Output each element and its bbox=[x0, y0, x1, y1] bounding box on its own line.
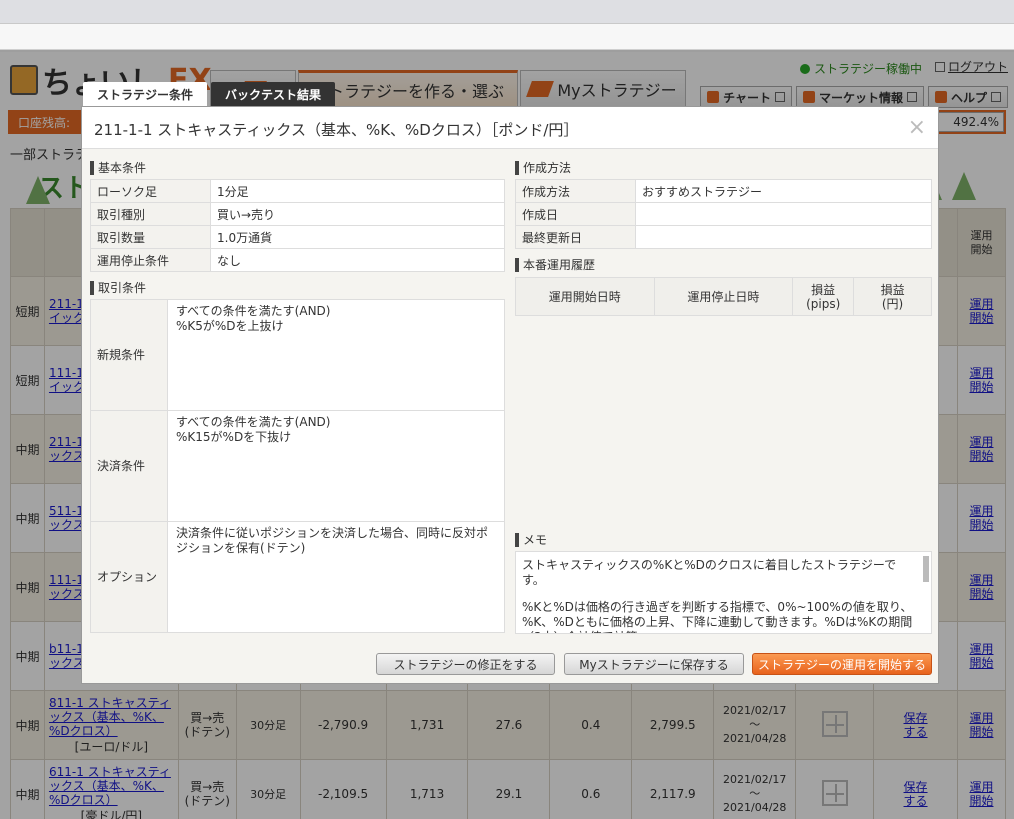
basic-value: 1.0万通貨 bbox=[210, 225, 505, 249]
method-key: 最終更新日 bbox=[515, 225, 636, 249]
trade-conditions-heading: 取引条件 bbox=[90, 281, 146, 295]
basic-key: 運用停止条件 bbox=[90, 248, 211, 272]
trade-key: 新規条件 bbox=[90, 299, 168, 411]
history-heading: 本番運用履歴 bbox=[515, 258, 595, 272]
option-text: 決済条件に従いポジションを決済した場合、同時に反対ポジションを保有(ドテン) bbox=[176, 526, 489, 555]
memo-box[interactable]: ストキャスティックスの%Kと%Dのクロスに着目したストラテジーです。 %Kと%D… bbox=[515, 551, 932, 634]
trade-value: 決済条件に従いポジションを決済した場合、同時に反対ポジションを保有(ドテン) bbox=[167, 521, 505, 633]
table-row: 新規条件 すべての条件を満たす(AND) %K5が%Dを上抜け bbox=[90, 299, 505, 411]
table-header-row: 運用開始日時 運用停止日時 損益 (pips) 損益 (円) bbox=[515, 277, 932, 316]
tab-strategy-conditions[interactable]: ストラテジー条件 bbox=[83, 82, 208, 106]
table-row: ローソク足 1分足 bbox=[90, 179, 505, 203]
condition-rule: %K15が%Dを下抜け bbox=[176, 430, 292, 444]
trade-conditions-table: 新規条件 すべての条件を満たす(AND) %K5が%Dを上抜け 決済条件 すべて… bbox=[90, 299, 505, 633]
table-row: 決済条件 すべての条件を満たす(AND) %K15が%Dを下抜け bbox=[90, 410, 505, 522]
table-row: 作成方法 おすすめストラテジー bbox=[515, 179, 932, 203]
condition-mode: すべての条件を満たす(AND) bbox=[176, 415, 331, 429]
trade-value: すべての条件を満たす(AND) %K5が%Dを上抜け bbox=[167, 299, 505, 411]
basic-key: ローソク足 bbox=[90, 179, 211, 203]
memo-scrollbar[interactable] bbox=[923, 556, 929, 582]
modal-title: 211-1-1 ストキャスティックス（基本、%K、%Dクロス）［ポンド/円］ bbox=[94, 121, 579, 139]
memo-heading: メモ bbox=[515, 533, 547, 547]
basic-conditions-table: ローソク足 1分足 取引種別 買い→売り 取引数量 1.0万通貨 運用停止条件 なし bbox=[90, 179, 505, 272]
method-value: おすすめストラテジー bbox=[635, 179, 932, 203]
condition-rule: %K5が%Dを上抜け bbox=[176, 319, 284, 333]
table-row: 最終更新日 bbox=[515, 225, 932, 249]
table-row: 運用停止条件 なし bbox=[90, 248, 505, 272]
strategy-modal: 211-1-1 ストキャスティックス（基本、%K、%Dクロス）［ポンド/円］ ×… bbox=[81, 106, 939, 684]
basic-value: なし bbox=[210, 248, 505, 272]
method-value bbox=[635, 202, 932, 226]
history-col: 損益 (円) bbox=[853, 277, 932, 316]
trade-key: 決済条件 bbox=[90, 410, 168, 522]
save-my-strategy-button[interactable]: Myストラテジーに保存する bbox=[564, 653, 744, 675]
table-row: 取引種別 買い→売り bbox=[90, 202, 505, 226]
tab-backtest-results[interactable]: バックテスト結果 bbox=[211, 82, 336, 106]
browser-tabbar bbox=[0, 0, 1014, 24]
method-value bbox=[635, 225, 932, 249]
modal-tabs: ストラテジー条件 バックテスト結果 bbox=[83, 82, 336, 106]
history-col: 運用開始日時 bbox=[515, 277, 655, 316]
history-table: 運用開始日時 運用停止日時 損益 (pips) 損益 (円) bbox=[515, 277, 932, 316]
memo-paragraph: ストキャスティックスの%Kと%Dのクロスに着目したストラテジーです。 bbox=[522, 558, 897, 587]
table-row: オプション 決済条件に従いポジションを決済した場合、同時に反対ポジションを保有(… bbox=[90, 521, 505, 633]
condition-mode: すべての条件を満たす(AND) bbox=[176, 304, 331, 318]
table-row: 取引数量 1.0万通貨 bbox=[90, 225, 505, 249]
creation-method-heading: 作成方法 bbox=[515, 161, 571, 175]
basic-key: 取引数量 bbox=[90, 225, 211, 249]
memo-paragraph: %Kと%Dは価格の行き過ぎを判断する指標で、0%~100%の値を取り、%K、%D… bbox=[522, 600, 913, 633]
basic-value: 1分足 bbox=[210, 179, 505, 203]
creation-method-table: 作成方法 おすすめストラテジー 作成日 最終更新日 bbox=[515, 179, 932, 249]
table-row: 作成日 bbox=[515, 202, 932, 226]
method-key: 作成日 bbox=[515, 202, 636, 226]
trade-key: オプション bbox=[90, 521, 168, 633]
history-col: 損益 (pips) bbox=[792, 277, 855, 316]
method-key: 作成方法 bbox=[515, 179, 636, 203]
browser-toolbar bbox=[0, 24, 1014, 50]
start-strategy-button[interactable]: ストラテジーの運用を開始する bbox=[752, 653, 932, 675]
basic-value: 買い→売り bbox=[210, 202, 505, 226]
history-col: 運用停止日時 bbox=[653, 277, 794, 316]
basic-key: 取引種別 bbox=[90, 202, 211, 226]
close-icon[interactable]: × bbox=[908, 115, 926, 140]
edit-strategy-button[interactable]: ストラテジーの修正をする bbox=[376, 653, 555, 675]
basic-conditions-heading: 基本条件 bbox=[90, 161, 146, 175]
modal-header: 211-1-1 ストキャスティックス（基本、%K、%Dクロス）［ポンド/円］ × bbox=[82, 107, 938, 149]
trade-value: すべての条件を満たす(AND) %K15が%Dを下抜け bbox=[167, 410, 505, 522]
